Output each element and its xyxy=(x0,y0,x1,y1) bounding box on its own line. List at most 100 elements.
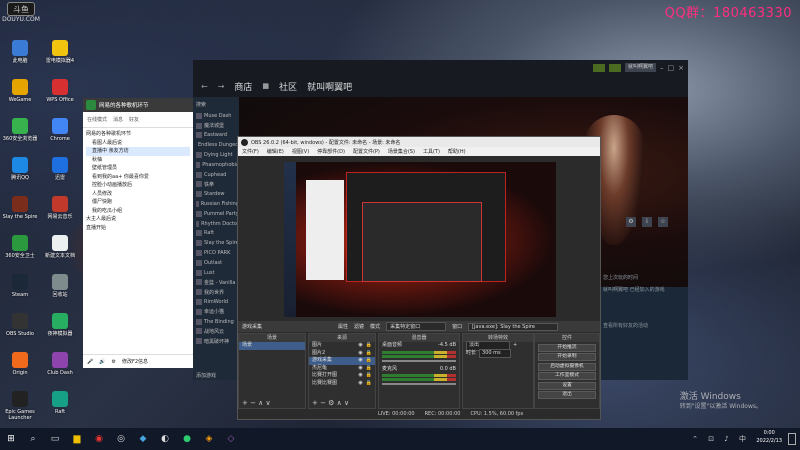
library-game-item[interactable]: Eastward xyxy=(193,131,239,141)
scene-item[interactable]: 场景 xyxy=(239,342,305,350)
library-game-item[interactable]: 我的世界 xyxy=(193,287,239,297)
obs-menu-item[interactable]: 文件(F) xyxy=(242,148,259,155)
lock-icon[interactable]: 🔒 xyxy=(366,365,372,373)
qq-tree-item[interactable]: 秋柚 xyxy=(86,156,190,165)
mic-icon[interactable]: 🎤 xyxy=(87,359,93,365)
volume-slider[interactable] xyxy=(382,383,456,385)
library-grid-icon[interactable]: ▦ xyxy=(262,82,269,90)
lock-icon[interactable]: 🔒 xyxy=(366,342,372,350)
taskbar-clock[interactable]: 0:00 2022/2/13 xyxy=(756,429,782,445)
obs-menu-item[interactable]: 帮助(H) xyxy=(448,148,466,155)
obs-menu-item[interactable]: 场景集合(S) xyxy=(388,148,415,155)
library-game-item[interactable]: Muse Dash xyxy=(193,111,239,121)
window-select[interactable]: [java.exe]: Slay the Spire xyxy=(468,322,559,331)
qq-tree-item[interactable]: 直播开始 xyxy=(86,224,190,233)
desktop-icon[interactable]: 此电脑 xyxy=(2,40,38,64)
source-item[interactable]: 比赛打开图 ◉ 🔒 xyxy=(309,372,375,380)
qq-tree-item[interactable]: 大主人最后说 xyxy=(86,215,190,224)
library-game-item[interactable]: Rhythm Doctor xyxy=(193,219,239,229)
library-search[interactable]: 搜索 xyxy=(193,97,239,111)
desktop-icon[interactable]: 新建文本文档 xyxy=(42,235,78,259)
control-button[interactable]: 开始录制 xyxy=(538,353,596,361)
desktop-icon[interactable]: WPS Office xyxy=(42,79,78,103)
library-game-item[interactable]: The Binding xyxy=(193,317,239,327)
desktop-icon[interactable]: Slay the Spire xyxy=(2,196,38,220)
control-button[interactable]: 启动虚拟摄像机 xyxy=(538,362,596,371)
desktop-icon[interactable]: Raft xyxy=(42,391,78,415)
qq-tree-item[interactable]: 网易的各种歌机环节 xyxy=(86,130,190,139)
minimize-icon[interactable]: – xyxy=(660,64,664,72)
desktop-icon[interactable]: WeGame xyxy=(2,79,38,103)
chat-taskbar-icon[interactable]: ● xyxy=(178,430,196,448)
obs-taskbar-icon[interactable]: ◎ xyxy=(112,430,130,448)
task-view-icon[interactable]: ▭ xyxy=(46,430,64,448)
notification-center-icon[interactable] xyxy=(788,433,796,445)
library-game-item[interactable]: PICO PARK xyxy=(193,248,239,258)
qq-tab[interactable]: 消息 xyxy=(113,116,123,123)
library-game-item[interactable]: 魔法城堡 xyxy=(193,121,239,131)
lock-icon[interactable]: 🔒 xyxy=(366,380,372,388)
desktop-icon[interactable]: Epic Games Launcher xyxy=(2,391,38,421)
source-item[interactable]: 游戏采集 ◉ 🔒 xyxy=(309,357,375,365)
library-game-item[interactable]: 铁拳 xyxy=(193,180,239,190)
desktop-icon[interactable]: Club Dash xyxy=(42,352,78,376)
eye-icon[interactable]: ◉ xyxy=(358,342,362,350)
star-icon[interactable]: ☆ xyxy=(658,217,668,227)
volume-slider[interactable] xyxy=(382,359,456,362)
nav-store[interactable]: 商店 xyxy=(234,80,252,93)
obs-menu-item[interactable]: 工具(T) xyxy=(423,148,440,155)
obs-menu-item[interactable]: 视图(V) xyxy=(292,148,309,155)
qq-footer-label[interactable]: 修改F2信息 xyxy=(122,358,148,365)
qq-tab[interactable]: 好友 xyxy=(129,116,139,123)
back-arrow-icon[interactable]: ← xyxy=(201,82,208,91)
control-button[interactable]: 工作室模式 xyxy=(538,372,596,380)
file-explorer-icon[interactable]: ▆ xyxy=(68,430,86,448)
qq-tree-item[interactable]: 直播中 亲友方坊 xyxy=(86,147,190,156)
desktop-icon[interactable]: 360安全卫士 xyxy=(2,235,38,259)
app2-taskbar-icon[interactable]: ◇ xyxy=(222,430,240,448)
library-game-item[interactable]: Outlast xyxy=(193,258,239,268)
nav-profile[interactable]: 就叫啊翼吧 xyxy=(307,80,352,93)
library-game-item[interactable]: RimWorld xyxy=(193,297,239,307)
source-item[interactable]: 比赛比赛图 ◉ 🔒 xyxy=(309,380,375,388)
gear-icon[interactable]: ⚙ xyxy=(626,217,636,227)
qq-tree-item[interactable]: 看到我的aa+ 你最喜你爱 xyxy=(86,173,190,182)
lock-icon[interactable]: 🔒 xyxy=(366,357,372,365)
qq-tab[interactable]: 在线模式 xyxy=(87,116,107,123)
mail-icon[interactable] xyxy=(608,63,621,72)
scene-tools[interactable]: + − ∧ ∨ xyxy=(239,399,305,408)
obs-menu-item[interactable]: 编辑(E) xyxy=(267,148,284,155)
forward-arrow-icon[interactable]: → xyxy=(218,82,225,91)
nav-community[interactable]: 社区 xyxy=(279,80,297,93)
steam-taskbar-icon[interactable]: ◐ xyxy=(156,430,174,448)
library-game-item[interactable]: 暗黑破坏神 xyxy=(193,336,239,346)
desktop-icon[interactable]: 腾讯QQ xyxy=(2,157,38,181)
qq-tree-item[interactable]: 僵尸快跑 xyxy=(86,198,190,207)
library-game-item[interactable]: Slay the Spire xyxy=(193,238,239,248)
library-game-item[interactable]: Raft xyxy=(193,229,239,239)
obs-window[interactable]: OBS 26.0.2 (64-bit, windows) - 配置文件: 未命名… xyxy=(237,136,601,420)
lock-icon[interactable]: 🔒 xyxy=(366,350,372,358)
library-game-item[interactable]: Pummel Party xyxy=(193,209,239,219)
system-tray[interactable]: ⌃ ⊡ ♪ 中 xyxy=(692,434,750,444)
activity-link[interactable]: 查看所有好友的活动 xyxy=(603,320,683,332)
filters-button[interactable]: 滤镜 xyxy=(354,323,364,330)
eye-icon[interactable]: ◉ xyxy=(358,372,362,380)
library-game-item[interactable]: Lust xyxy=(193,268,239,278)
settings-icon[interactable]: ⚙ xyxy=(111,359,115,365)
desktop-icon[interactable]: 迅雷 xyxy=(42,157,78,181)
eye-icon[interactable]: ◉ xyxy=(358,380,362,388)
add-transition-icon[interactable]: + xyxy=(513,342,517,350)
eye-icon[interactable]: ◉ xyxy=(358,357,362,365)
desktop-icon[interactable]: 回收站 xyxy=(42,274,78,298)
qq-panel-header[interactable]: 网易的各种歌机环节 xyxy=(83,98,193,112)
obs-menu-item[interactable]: 配置文件(P) xyxy=(353,148,380,155)
source-item[interactable]: 图片 ◉ 🔒 xyxy=(309,342,375,350)
desktop-icon[interactable]: Chrome xyxy=(42,118,78,142)
library-game-item[interactable]: Russian Fishing xyxy=(193,199,239,209)
search-icon[interactable]: ⌕ xyxy=(24,430,42,448)
desktop-icon[interactable]: 网易云音乐 xyxy=(42,196,78,220)
lock-icon[interactable]: 🔒 xyxy=(366,372,372,380)
control-button[interactable]: 退出 xyxy=(538,391,596,399)
desktop-icon[interactable]: 夜神模拟器 xyxy=(42,313,78,337)
